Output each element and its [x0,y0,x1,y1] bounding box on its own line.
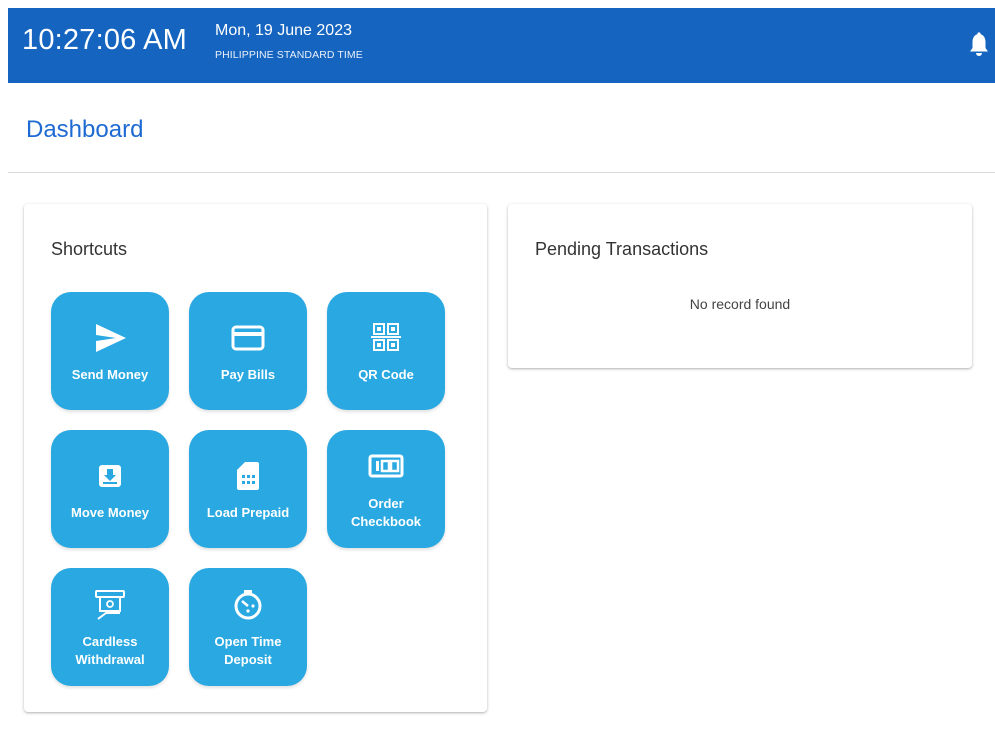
top-bar: 10:27:06 AM Mon, 19 June 2023 PHILIPPINE… [8,8,995,83]
order-checkbook-button[interactable]: Order Checkbook [327,430,445,548]
credit-card-icon [228,318,268,358]
move-money-label: Move Money [70,505,149,520]
clock-time: 10:27:06 AM [22,24,188,56]
empty-state-message: No record found [689,296,791,312]
open-time-deposit-label: Open Time Deposit [214,634,282,667]
shortcuts-title: Shortcuts [51,239,128,259]
qr-code-label: QR Code [358,367,414,382]
send-money-button[interactable]: Send Money [51,292,169,410]
cardless-withdrawal-label: Cardless Withdrawal [75,634,145,667]
pay-bills-button[interactable]: Pay Bills [189,292,307,410]
header-divider [8,172,995,173]
qr-code-icon [366,318,406,358]
timezone-label: PHILIPPINE STANDARD TIME [215,49,363,61]
send-money-label: Send Money [71,367,149,382]
shortcuts-card: Shortcuts Send Money Pay Bills QR Code M… [24,204,487,712]
pending-transactions-card: Pending Transactions No record found [508,204,972,368]
load-prepaid-button[interactable]: Load Prepaid [189,430,307,548]
time-deposit-icon [228,585,268,625]
order-checkbook-label: Order Checkbook [350,496,422,529]
move-money-button[interactable]: Move Money [51,430,169,548]
bell-icon[interactable] [969,32,989,58]
checkbook-icon [366,447,406,487]
atm-withdrawal-icon [90,585,130,625]
pending-transactions-title: Pending Transactions [535,239,709,259]
load-prepaid-label: Load Prepaid [206,505,290,520]
cardless-withdrawal-button[interactable]: Cardless Withdrawal [51,568,169,686]
open-time-deposit-button[interactable]: Open Time Deposit [189,568,307,686]
send-icon [90,318,130,358]
sim-card-icon [228,456,268,496]
page-title: Dashboard [26,116,144,143]
current-date: Mon, 19 June 2023 [215,22,352,39]
qr-code-button[interactable]: QR Code [327,292,445,410]
pay-bills-label: Pay Bills [220,367,276,382]
move-money-icon [90,456,130,496]
